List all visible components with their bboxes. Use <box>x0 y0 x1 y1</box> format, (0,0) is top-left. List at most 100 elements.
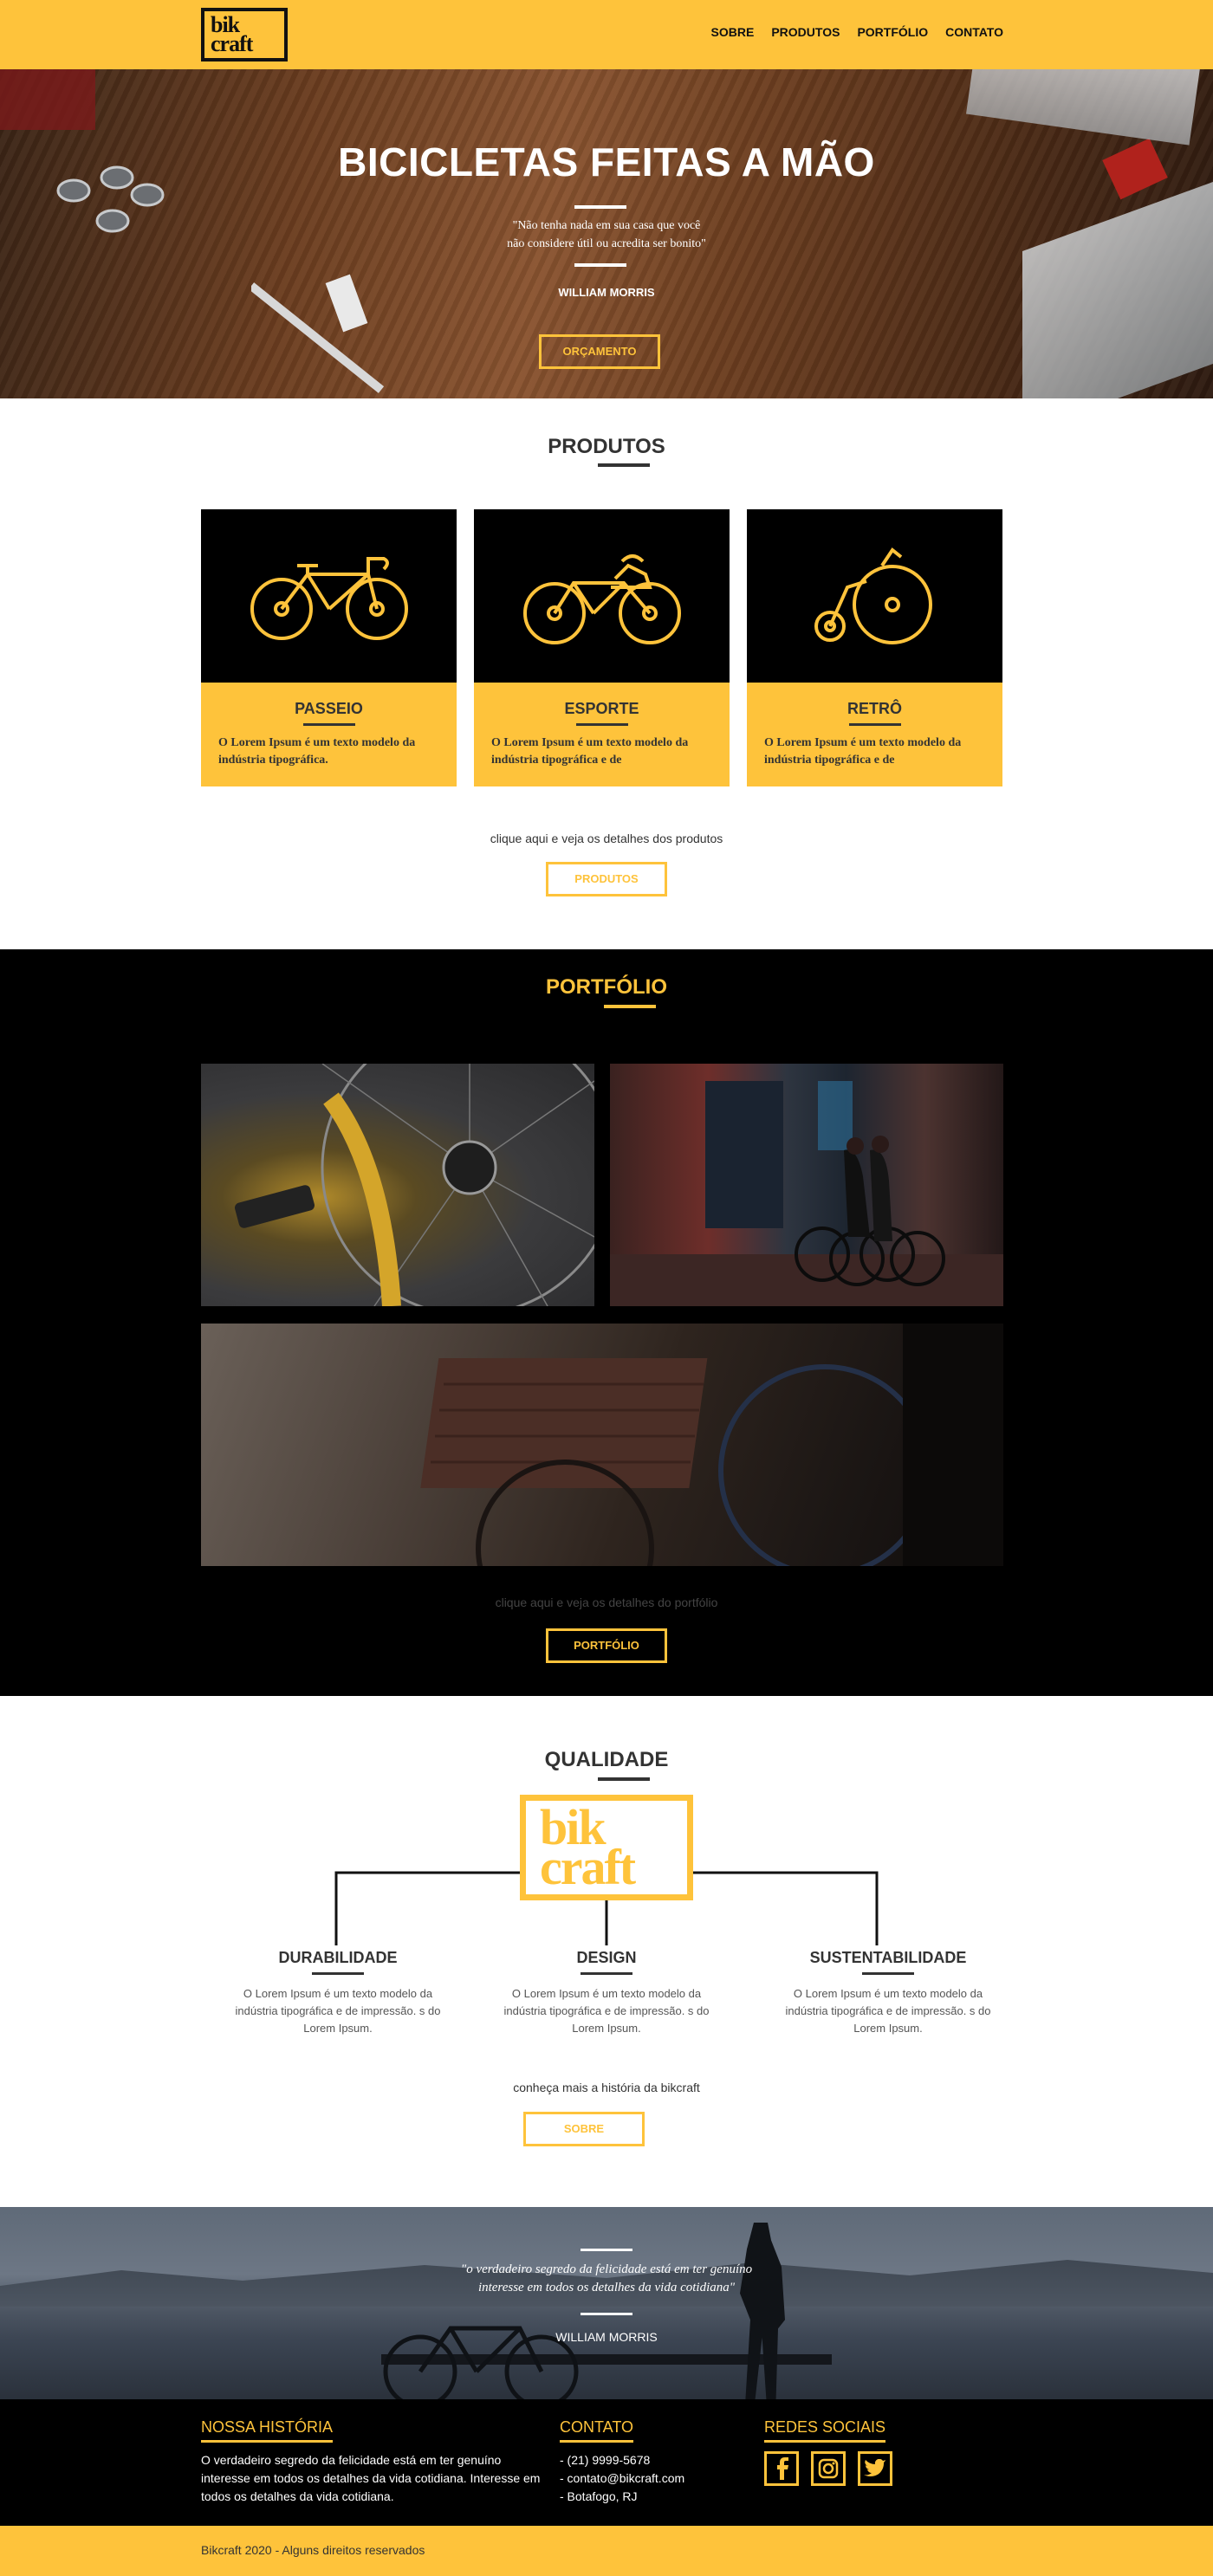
product-description: O Lorem Ipsum é um texto modelo da indús… <box>218 736 416 767</box>
qualidade-item-design: DESIGN O Lorem Ipsum é um texto modelo d… <box>503 1949 710 2037</box>
product-card-esporte[interactable]: ESPORTE O Lorem Ipsum é um texto modelo … <box>474 509 730 786</box>
product-description: O Lorem Ipsum é um texto modelo da indús… <box>491 736 689 767</box>
product-description: O Lorem Ipsum é um texto modelo da indús… <box>764 736 962 767</box>
logo[interactable]: bik craft <box>201 8 288 61</box>
footer-phone[interactable]: - (21) 9999-5678 <box>560 2451 684 2469</box>
footer-location: - Botafogo, RJ <box>560 2489 638 2503</box>
portfolio-section: PORTFÓLIO clique aqui e veja os detalhes… <box>0 949 1213 1696</box>
portfolio-image-bike-basket[interactable] <box>201 1324 1003 1566</box>
footer-redes-title: REDES SOCIAIS <box>764 2418 886 2443</box>
main-nav: SOBRE PRODUTOS PORTFÓLIO CONTATO <box>711 25 1003 39</box>
qualidade-item-name: DESIGN <box>576 1949 637 1966</box>
facebook-icon[interactable] <box>764 2451 799 2486</box>
qualidade-title-underline <box>598 1777 650 1781</box>
twitter-icon[interactable] <box>858 2451 892 2486</box>
produtos-title: PRODUTOS <box>548 435 665 458</box>
product-card-passeio[interactable]: PASSEIO O Lorem Ipsum é um texto modelo … <box>201 509 457 786</box>
product-name: RETRÔ <box>847 700 902 717</box>
banner-quote: "o verdadeiro segredo da felicidade está… <box>0 2261 1213 2297</box>
product-name-underline <box>575 723 628 726</box>
banner-divider-top <box>581 2249 632 2251</box>
product-card-image <box>201 509 457 683</box>
qualidade-item-durabilidade: DURABILIDADE O Lorem Ipsum é um texto mo… <box>234 1949 442 2037</box>
qualidade-item-text: O Lorem Ipsum é um texto modelo da indús… <box>785 1987 991 2035</box>
hero-quote: "Não tenha nada em sua casa que você não… <box>0 217 1213 253</box>
nav-link-produtos[interactable]: PRODUTOS <box>771 25 840 39</box>
footer-contato-title: CONTATO <box>560 2418 633 2443</box>
portfolio-image-bike-gears[interactable] <box>201 1064 594 1306</box>
banner-author: WILLIAM MORRIS <box>555 2330 658 2344</box>
qualidade-item-name: DURABILIDADE <box>278 1949 398 1966</box>
hero-quote-line2: não considere útil ou acredita ser bonit… <box>507 237 706 250</box>
sobre-button[interactable]: SOBRE <box>523 2112 645 2146</box>
hero-author: WILLIAM MORRIS <box>558 286 655 299</box>
footer-historia-line1: O verdadeiro segredo da felicidade está … <box>201 2453 502 2467</box>
product-name: ESPORTE <box>564 700 639 717</box>
social-links <box>764 2451 892 2486</box>
qualidade-item-text: O Lorem Ipsum é um texto modelo da indús… <box>503 1987 710 2035</box>
copyright-bar: Bikcraft 2020 - Alguns direitos reservad… <box>0 2526 1213 2576</box>
nav-link-portfolio[interactable]: PORTFÓLIO <box>857 25 928 39</box>
portfolio-title-underline <box>604 1005 656 1008</box>
bike-esporte-icon <box>522 554 681 644</box>
qualidade-connector-lines <box>334 1871 879 1945</box>
bike-retro-icon <box>814 547 932 644</box>
product-card-image <box>747 509 1002 683</box>
hero-section: BICICLETAS FEITAS A MÃO "Não tenha nada … <box>0 69 1213 398</box>
nav-link-sobre[interactable]: SOBRE <box>711 25 755 39</box>
banner-quote-line1: "o verdadeiro segredo da felicidade está… <box>460 2262 753 2276</box>
quote-banner: "o verdadeiro segredo da felicidade está… <box>0 2207 1213 2399</box>
portfolio-button[interactable]: PORTFÓLIO <box>546 1628 667 1663</box>
product-card-image <box>474 509 730 683</box>
bike-wheel-illustration <box>234 1064 594 1306</box>
footer-email[interactable]: - contato@bikcraft.com <box>560 2469 684 2488</box>
product-name-underline <box>302 723 355 726</box>
footer-historia-title: NOSSA HISTÓRIA <box>201 2418 334 2443</box>
instagram-icon[interactable] <box>811 2451 846 2486</box>
footer-contato: CONTATO - (21) 9999-5678 - contato@bikcr… <box>560 2418 684 2506</box>
bike-basket-illustration <box>420 1324 1003 1566</box>
hero-title: BICICLETAS FEITAS A MÃO <box>338 139 875 184</box>
couple-bike-illustration <box>610 1081 1003 1306</box>
footer-historia: NOSSA HISTÓRIA O verdadeiro segredo da f… <box>201 2418 540 2506</box>
hero-bg-paper-top <box>966 69 1200 146</box>
hero-bg-red-tool <box>0 69 95 130</box>
nav-link-contato[interactable]: CONTATO <box>945 25 1003 39</box>
hero-divider-bottom <box>574 263 626 267</box>
qualidade-title: QUALIDADE <box>544 1748 669 1771</box>
footer-historia-line3: todos os detalhes da vida cotidiana. <box>201 2489 394 2503</box>
product-card-body: PASSEIO O Lorem Ipsum é um texto modelo … <box>201 683 457 786</box>
hero-quote-line1: "Não tenha nada em sua casa que você <box>512 219 701 232</box>
qualidade-item-name: SUSTENTABILIDADE <box>809 1949 967 1966</box>
logo-line2: craft <box>211 31 253 56</box>
banner-person-silhouette <box>740 2223 785 2399</box>
product-name: PASSEIO <box>295 700 363 717</box>
portfolio-title: PORTFÓLIO <box>546 975 667 999</box>
banner-bike-silhouette <box>383 2326 579 2399</box>
portfolio-cta-text: clique aqui e veja os detalhes do portfó… <box>495 1595 718 1609</box>
site-header: bik craft SOBRE PRODUTOS PORTFÓLIO CONTA… <box>0 0 1213 69</box>
hero-divider-top <box>574 205 626 209</box>
produtos-cta-text: clique aqui e veja os detalhes dos produ… <box>490 832 723 845</box>
product-name-underline <box>848 723 901 726</box>
product-cards: PASSEIO O Lorem Ipsum é um texto modelo … <box>201 509 1002 786</box>
orcamento-button[interactable]: ORÇAMENTO <box>539 334 660 369</box>
site-footer: NOSSA HISTÓRIA O verdadeiro segredo da f… <box>0 2399 1213 2526</box>
qualidade-item-underline <box>862 1972 914 1975</box>
qualidade-item-text: O Lorem Ipsum é um texto modelo da indús… <box>235 1987 441 2035</box>
qualidade-cta-text: conheça mais a história da bikcraft <box>513 2081 700 2094</box>
product-card-body: RETRÔ O Lorem Ipsum é um texto modelo da… <box>747 683 1002 786</box>
footer-redes: REDES SOCIAIS <box>764 2418 892 2486</box>
produtos-button[interactable]: PRODUTOS <box>546 862 667 896</box>
qualidade-item-sustentabilidade: SUSTENTABILIDADE O Lorem Ipsum é um text… <box>784 1949 992 2037</box>
footer-historia-line2: interesse em todos os detalhes da vida c… <box>201 2471 541 2485</box>
bike-passeio-icon <box>250 557 408 640</box>
banner-divider-bottom <box>581 2313 632 2315</box>
qualidade-item-underline <box>312 1972 364 1975</box>
product-card-body: ESPORTE O Lorem Ipsum é um texto modelo … <box>474 683 730 786</box>
product-card-retro[interactable]: RETRÔ O Lorem Ipsum é um texto modelo da… <box>747 509 1002 786</box>
banner-quote-line2: interesse em todos os detalhes da vida c… <box>477 2281 736 2294</box>
portfolio-image-couple-riding[interactable] <box>610 1064 1003 1306</box>
copyright-text: Bikcraft 2020 - Alguns direitos reservad… <box>201 2543 425 2557</box>
qualidade-item-underline <box>581 1972 632 1975</box>
